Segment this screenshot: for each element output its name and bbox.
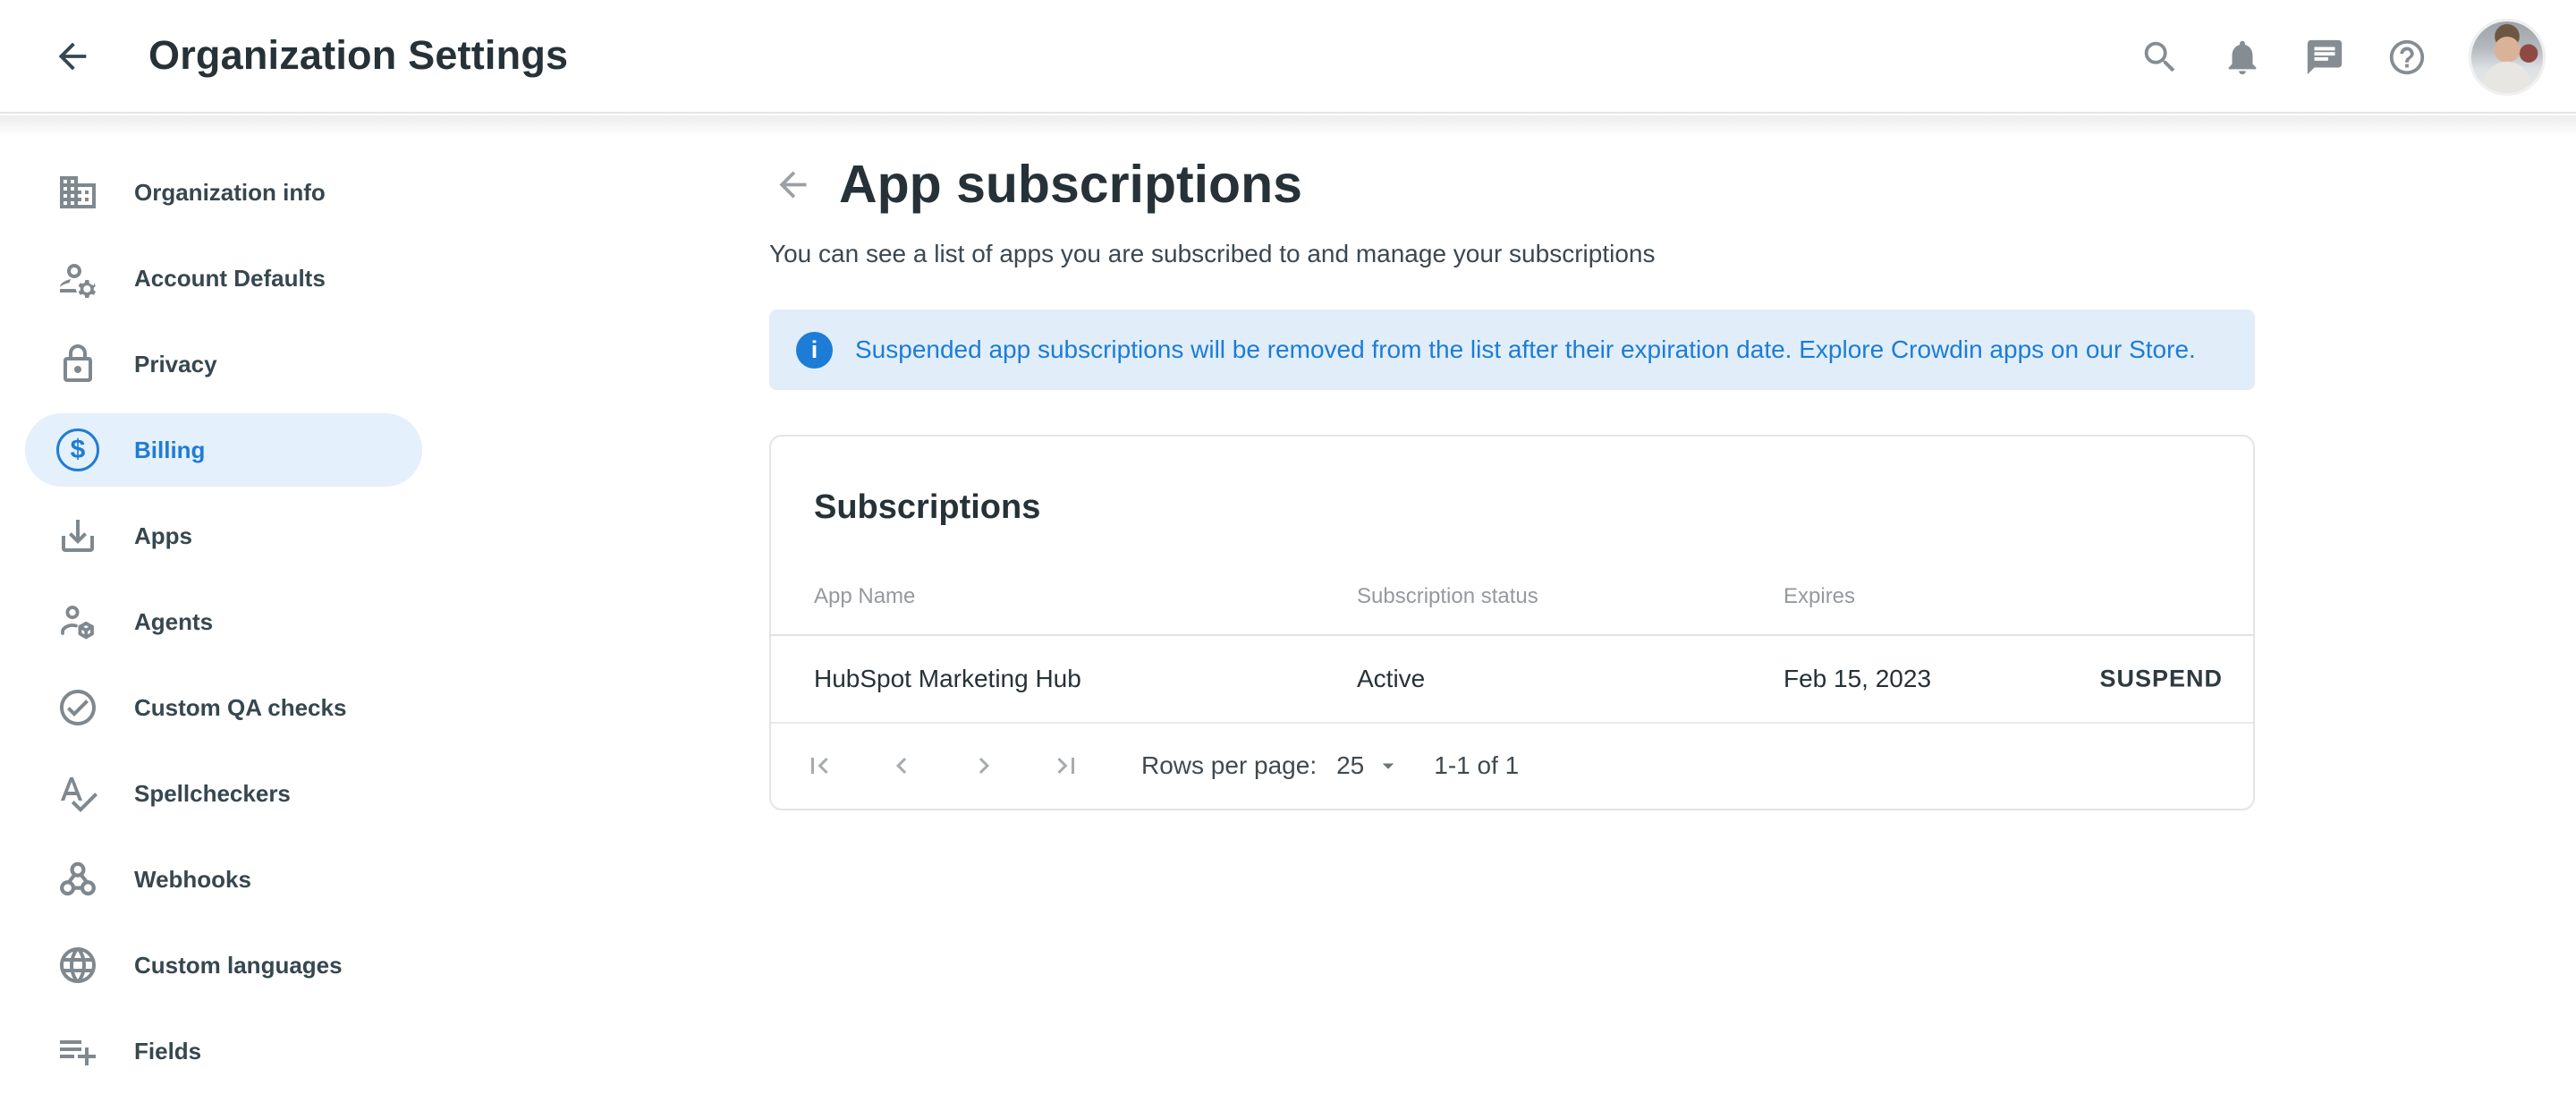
person-cube-icon xyxy=(56,600,99,643)
sidebar-item-custom-qa-checks[interactable]: Custom QA checks xyxy=(0,665,716,751)
column-header-subscription-status: Subscription status xyxy=(1357,584,1538,609)
globe-icon xyxy=(56,944,99,987)
sidebar-item-label: Organization info xyxy=(134,179,326,207)
pagination: Rows per page: 25 1-1 of 1 xyxy=(771,724,2253,807)
lock-icon xyxy=(56,343,99,386)
sidebar-item-label: Billing xyxy=(134,437,205,464)
avatar[interactable] xyxy=(2469,19,2546,96)
column-header-app-name: App Name xyxy=(814,584,915,609)
subscriptions-card: Subscriptions App Name Subscription stat… xyxy=(769,435,2255,810)
sidebar-item-apps[interactable]: Apps xyxy=(0,493,716,579)
sidebar-item-organization-info[interactable]: Organization info xyxy=(0,149,716,235)
first-page-icon[interactable] xyxy=(803,750,835,782)
sidebar-item-label: Agents xyxy=(134,608,213,636)
table-row[interactable]: HubSpot Marketing Hub Active Feb 15, 202… xyxy=(771,636,2253,724)
download-icon xyxy=(56,514,99,557)
back-icon[interactable] xyxy=(52,36,93,77)
page-back-icon[interactable] xyxy=(773,165,813,205)
suspend-button[interactable]: SUSPEND xyxy=(2099,666,2223,693)
sidebar-item-label: Webhooks xyxy=(134,866,251,894)
info-banner: i Suspended app subscriptions will be re… xyxy=(769,310,2255,390)
top-bar: Organization Settings xyxy=(0,0,2576,114)
subscriptions-card-head: Subscriptions App Name Subscription stat… xyxy=(771,437,2253,636)
search-icon[interactable] xyxy=(2140,37,2181,78)
sidebar-item-spellcheckers[interactable]: Spellcheckers xyxy=(0,751,716,836)
info-icon: i xyxy=(796,332,833,369)
topbar-actions xyxy=(2140,0,2546,114)
check-circle-icon xyxy=(56,686,99,729)
rows-per-page-value[interactable]: 25 xyxy=(1336,751,1364,780)
sidebar-item-label: Fields xyxy=(134,1038,201,1065)
previous-page-icon[interactable] xyxy=(886,750,918,782)
sidebar-item-privacy[interactable]: Privacy xyxy=(0,321,716,407)
chevron-down-icon[interactable] xyxy=(1375,752,1402,779)
building-icon xyxy=(56,171,99,214)
sidebar-item-label: Apps xyxy=(134,522,192,550)
webhook-icon xyxy=(56,858,99,901)
column-header-expires: Expires xyxy=(1784,584,1855,609)
page-title: App subscriptions xyxy=(839,154,1302,215)
sidebar-item-billing[interactable]: $ Billing xyxy=(0,407,716,493)
page-subtitle: You can see a list of apps you are subsc… xyxy=(769,240,2255,268)
info-banner-text[interactable]: Suspended app subscriptions will be remo… xyxy=(855,335,2196,364)
list-add-icon xyxy=(56,1030,99,1073)
app-title: Organization Settings xyxy=(148,32,568,79)
rows-per-page-label: Rows per page: xyxy=(1141,751,1317,780)
pagination-range: 1-1 of 1 xyxy=(1434,751,1519,780)
cell-subscription-status: Active xyxy=(1357,665,1425,693)
sidebar-item-webhooks[interactable]: Webhooks xyxy=(0,836,716,922)
sidebar-item-account-defaults[interactable]: Account Defaults xyxy=(0,235,716,321)
messages-icon[interactable] xyxy=(2304,37,2345,78)
settings-sidebar: Organization info Account Defaults Priva… xyxy=(0,114,716,1094)
sidebar-item-label: Account Defaults xyxy=(134,265,326,293)
sidebar-item-custom-languages[interactable]: Custom languages xyxy=(0,922,716,1008)
help-icon[interactable] xyxy=(2386,37,2428,78)
cell-app-name: HubSpot Marketing Hub xyxy=(814,665,1081,693)
cell-expires: Feb 15, 2023 xyxy=(1784,665,1931,693)
sidebar-item-fields[interactable]: Fields xyxy=(0,1008,716,1094)
dollar-circle-icon: $ xyxy=(56,428,99,471)
next-page-icon[interactable] xyxy=(968,750,1000,782)
sidebar-item-label: Privacy xyxy=(134,351,217,378)
sidebar-item-label: Spellcheckers xyxy=(134,780,291,808)
sidebar-item-label: Custom languages xyxy=(134,952,343,980)
person-gear-icon xyxy=(56,257,99,300)
notifications-icon[interactable] xyxy=(2222,37,2263,78)
sidebar-item-label: Custom QA checks xyxy=(134,694,346,722)
sidebar-item-agents[interactable]: Agents xyxy=(0,579,716,665)
page-head: App subscriptions xyxy=(769,154,2255,215)
last-page-icon[interactable] xyxy=(1050,750,1082,782)
spellcheck-icon xyxy=(56,772,99,815)
card-title: Subscriptions xyxy=(814,488,1040,527)
main-content: App subscriptions You can see a list of … xyxy=(769,114,2255,810)
